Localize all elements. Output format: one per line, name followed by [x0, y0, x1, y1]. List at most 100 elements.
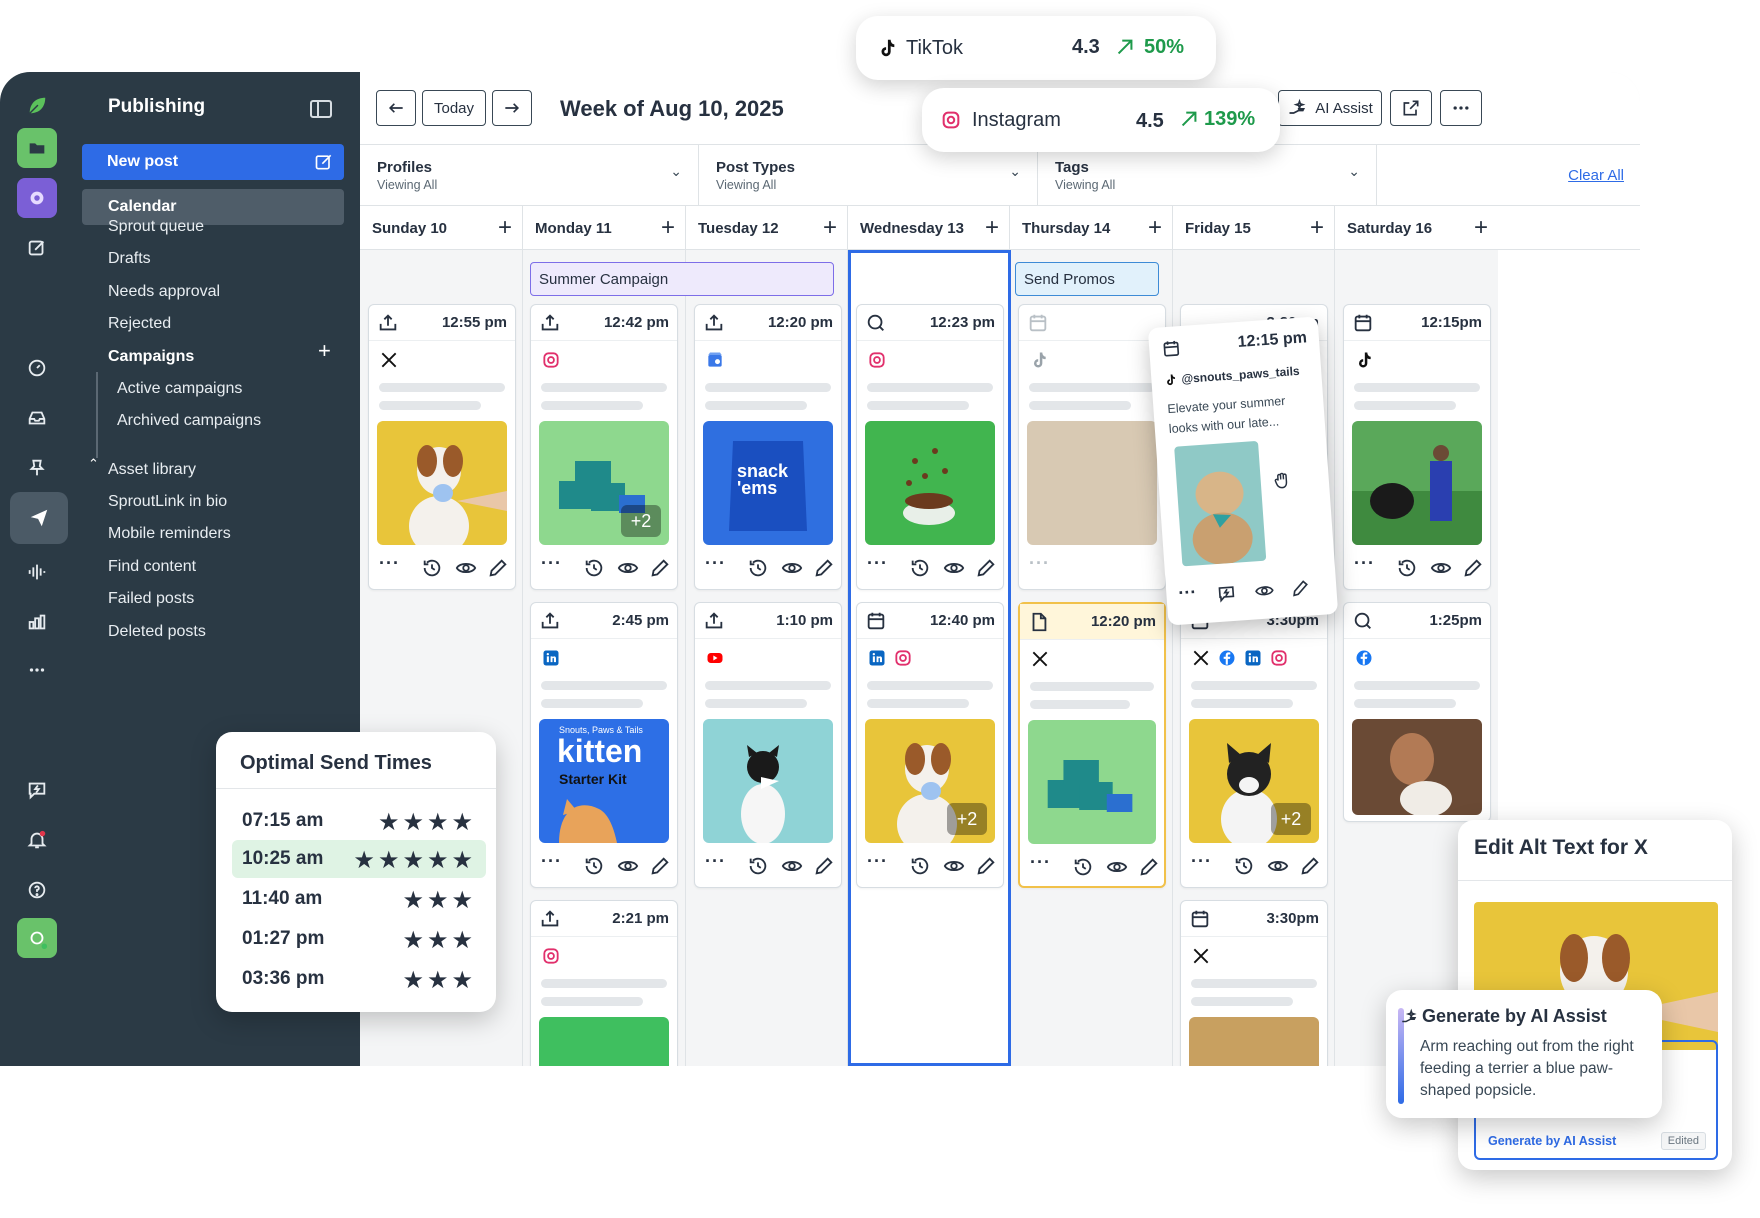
- edit-pencil-icon[interactable]: [1462, 557, 1484, 579]
- preview-eye-icon[interactable]: [1254, 580, 1275, 601]
- pin-icon[interactable]: [17, 448, 57, 488]
- preview-eye-icon[interactable]: [1106, 856, 1128, 878]
- campaign-bar-send-promos[interactable]: Send Promos: [1015, 262, 1159, 296]
- nav-item-deleted-posts[interactable]: Deleted posts: [108, 623, 206, 641]
- preview-eye-icon[interactable]: [943, 855, 965, 877]
- more-dots-icon[interactable]: ···: [541, 553, 562, 574]
- filter-profiles[interactable]: Profiles Viewing All ⌄: [360, 145, 699, 205]
- send-time-row[interactable]: 03:36 pm ★★★: [232, 960, 486, 998]
- history-icon[interactable]: [747, 557, 769, 579]
- more-dots-icon[interactable]: ···: [1030, 852, 1051, 873]
- campaign-bar-summer[interactable]: Summer Campaign: [530, 262, 834, 296]
- preview-eye-icon[interactable]: [943, 557, 965, 579]
- add-campaign-icon[interactable]: +: [318, 338, 331, 364]
- edit-pencil-icon[interactable]: [975, 855, 997, 877]
- nav-item-active-campaigns[interactable]: Active campaigns: [117, 380, 242, 398]
- post-card[interactable]: 3:30pm +2 ···: [1180, 602, 1328, 888]
- edit-pencil-icon[interactable]: [1138, 856, 1160, 878]
- preview-eye-icon[interactable]: [455, 557, 477, 579]
- edit-pencil-icon[interactable]: [975, 557, 997, 579]
- generate-ai-link[interactable]: Generate by AI Assist: [1488, 1134, 1616, 1148]
- notifications-bell-icon[interactable]: [17, 820, 57, 860]
- chevron-up-icon[interactable]: ⌃: [88, 456, 99, 472]
- send-time-row[interactable]: 01:27 pm ★★★: [232, 920, 486, 958]
- sprout-logo-icon[interactable]: [17, 86, 57, 126]
- more-dots-icon[interactable]: ···: [867, 553, 888, 574]
- more-dots-icon[interactable]: ···: [705, 553, 726, 574]
- history-icon[interactable]: [1072, 856, 1094, 878]
- add-post-plus-icon[interactable]: +: [1148, 214, 1162, 242]
- publishing-send-icon[interactable]: [10, 492, 68, 544]
- preview-eye-icon[interactable]: [617, 557, 639, 579]
- more-dots-icon[interactable]: ···: [379, 553, 400, 574]
- today-button[interactable]: Today: [422, 90, 486, 126]
- history-icon[interactable]: [909, 855, 931, 877]
- history-icon[interactable]: [909, 557, 931, 579]
- preview-eye-icon[interactable]: [1267, 855, 1289, 877]
- preview-eye-icon[interactable]: [617, 855, 639, 877]
- nav-item-needs-approval[interactable]: Needs approval: [108, 283, 220, 301]
- history-icon[interactable]: [421, 557, 443, 579]
- listening-wave-icon[interactable]: [17, 552, 57, 592]
- more-dots-icon[interactable]: ···: [1029, 553, 1050, 574]
- history-icon[interactable]: [1396, 557, 1418, 579]
- feedback-icon[interactable]: [1216, 583, 1237, 604]
- post-card[interactable]: 2:21 pm: [530, 900, 678, 1066]
- nav-item-find-content[interactable]: Find content: [108, 558, 196, 576]
- post-card[interactable]: 12:20 pm snack 'ems ···: [694, 304, 842, 590]
- user-avatar[interactable]: [17, 918, 57, 958]
- preview-eye-icon[interactable]: [781, 557, 803, 579]
- new-post-button[interactable]: New post: [82, 144, 344, 180]
- clear-all-link[interactable]: Clear All: [1568, 167, 1624, 184]
- more-dots-icon[interactable]: ···: [1354, 553, 1375, 574]
- history-icon[interactable]: [1233, 855, 1255, 877]
- edit-pencil-icon[interactable]: [813, 855, 835, 877]
- send-time-row[interactable]: 07:15 am ★★★★: [232, 802, 486, 840]
- nav-item-sproutlink[interactable]: SproutLink in bio: [108, 493, 227, 511]
- help-icon[interactable]: [17, 870, 57, 910]
- add-post-plus-icon[interactable]: +: [823, 214, 837, 242]
- more-dots-icon[interactable]: ···: [867, 851, 888, 872]
- inbox-bot-icon[interactable]: [17, 178, 57, 218]
- post-card[interactable]: 12:40 pm +2 ···: [856, 602, 1004, 888]
- post-card[interactable]: 1:10 pm ···: [694, 602, 842, 888]
- more-dots-icon[interactable]: [17, 650, 57, 690]
- preview-eye-icon[interactable]: [1430, 557, 1452, 579]
- send-time-row-best[interactable]: 10:25 am ★★★★★: [232, 840, 486, 878]
- post-card[interactable]: 12:23 pm ···: [856, 304, 1004, 590]
- nav-item-rejected[interactable]: Rejected: [108, 315, 171, 333]
- post-card[interactable]: 12:55 pm ···: [368, 304, 516, 590]
- post-card[interactable]: ···: [1018, 304, 1166, 590]
- post-card[interactable]: 12:42 pm +2 ···: [530, 304, 678, 590]
- gauge-icon[interactable]: [17, 348, 57, 388]
- add-post-plus-icon[interactable]: +: [661, 214, 675, 242]
- more-dots-icon[interactable]: ···: [705, 851, 726, 872]
- add-post-plus-icon[interactable]: +: [1474, 214, 1488, 242]
- filter-post-types[interactable]: Post Types Viewing All ⌄: [699, 145, 1038, 205]
- prev-week-button[interactable]: [376, 90, 416, 126]
- tiktok-preview-card[interactable]: 12:15 pm @snouts_paws_tails Elevate your…: [1147, 316, 1339, 626]
- more-options-button[interactable]: [1440, 90, 1482, 126]
- post-card-draft[interactable]: 12:20 pm ···: [1018, 602, 1166, 888]
- add-post-plus-icon[interactable]: +: [1310, 214, 1324, 242]
- edit-pencil-icon[interactable]: [1290, 578, 1311, 599]
- nav-item-mobile-reminders[interactable]: Mobile reminders: [108, 525, 231, 543]
- post-card[interactable]: 1:25pm: [1343, 602, 1491, 822]
- more-dots-icon[interactable]: ···: [541, 851, 562, 872]
- history-icon[interactable]: [583, 855, 605, 877]
- edit-pencil-icon[interactable]: [1299, 855, 1321, 877]
- post-card[interactable]: 3:30pm: [1180, 900, 1328, 1066]
- collapse-panel-icon[interactable]: [310, 100, 332, 118]
- edit-pencil-icon[interactable]: [649, 855, 671, 877]
- folder-icon[interactable]: [17, 128, 57, 168]
- edit-pencil-icon[interactable]: [813, 557, 835, 579]
- add-post-plus-icon[interactable]: +: [985, 214, 999, 242]
- inbox-icon[interactable]: [17, 398, 57, 438]
- preview-eye-icon[interactable]: [781, 855, 803, 877]
- more-dots-icon[interactable]: ···: [1178, 582, 1197, 604]
- open-external-button[interactable]: [1390, 90, 1432, 126]
- compose-icon[interactable]: [17, 228, 57, 268]
- filter-tags[interactable]: Tags Viewing All ⌄: [1038, 145, 1377, 205]
- add-post-plus-icon[interactable]: +: [498, 214, 512, 242]
- ai-assist-button[interactable]: AI Assist: [1278, 90, 1382, 126]
